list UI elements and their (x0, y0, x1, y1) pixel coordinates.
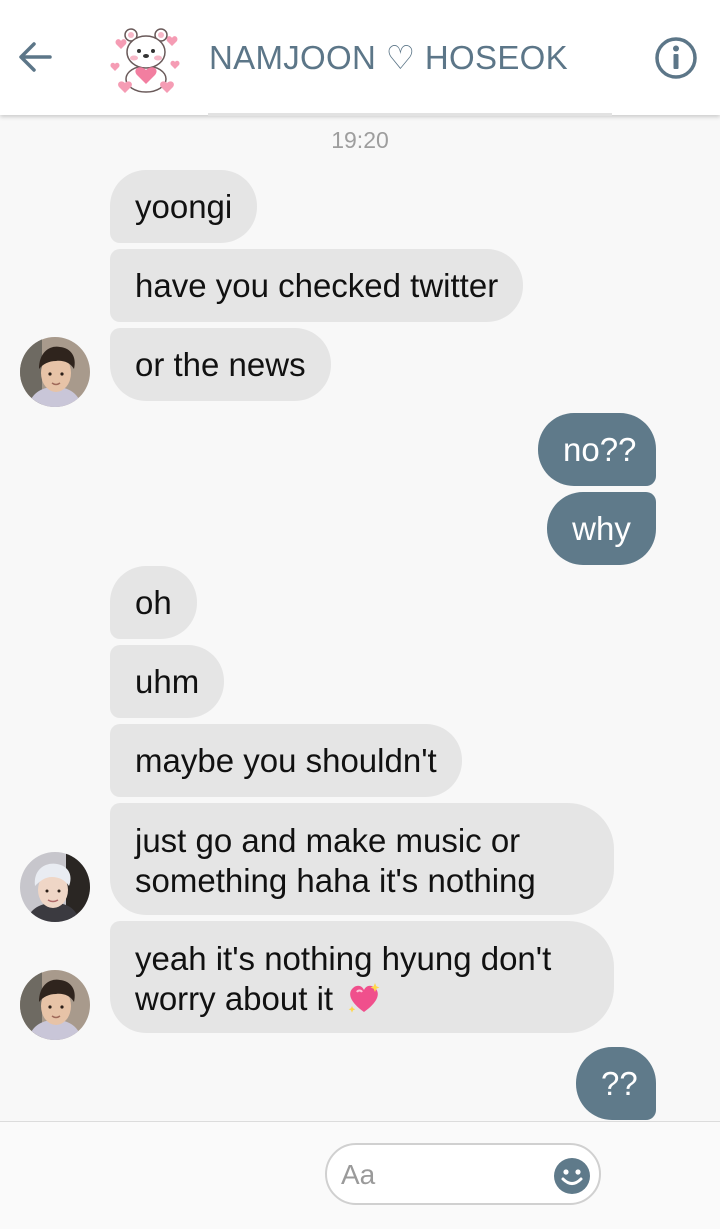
message-composer[interactable] (325, 1143, 601, 1205)
conversation-title[interactable]: NAMJOON ♡ HOSEOK (209, 38, 568, 77)
group-avatar[interactable] (103, 17, 189, 103)
message-incoming[interactable]: yeah it's nothing hyung don't worry abou… (110, 921, 614, 1033)
sender-avatar[interactable] (20, 337, 90, 407)
message-incoming[interactable]: or the news (110, 328, 331, 401)
message-timestamp: 19:20 (331, 127, 389, 153)
arrow-left-icon[interactable] (16, 37, 56, 77)
info-icon[interactable] (654, 36, 698, 80)
message-outgoing[interactable]: ?? (576, 1047, 656, 1120)
sparkling-heart-icon (348, 983, 380, 1013)
sender-avatar[interactable] (20, 970, 90, 1040)
chat-header: NAMJOON ♡ HOSEOK (0, 0, 720, 115)
message-text: oh (135, 584, 172, 621)
message-input[interactable] (339, 1153, 543, 1197)
person-photo-icon (20, 970, 90, 1040)
message-incoming[interactable]: oh (110, 566, 197, 639)
message-incoming[interactable]: have you checked twitter (110, 249, 524, 322)
message-text-line: just go and make music or (135, 822, 521, 859)
message-text: ?? (601, 1065, 638, 1102)
message-text-line: yeah it's nothing hyung don't (135, 940, 552, 977)
message-incoming[interactable]: uhm (110, 645, 225, 718)
message-text-line: something haha it's nothing (135, 862, 536, 899)
message-incoming[interactable]: yoongi (110, 170, 258, 243)
message-text: maybe you shouldn't (135, 742, 437, 779)
message-incoming[interactable]: maybe you shouldn't (110, 724, 462, 797)
message-text: or the news (135, 346, 306, 383)
smiley-icon[interactable] (553, 1157, 591, 1195)
message-text: why (572, 510, 631, 547)
message-text-line: worry about it (135, 979, 589, 1019)
message-outgoing[interactable]: no?? (538, 413, 656, 486)
bear-sticker-icon (103, 17, 189, 103)
message-text: yoongi (135, 188, 233, 225)
header-divider (208, 113, 612, 116)
message-outgoing[interactable]: why (547, 492, 656, 565)
message-text: uhm (135, 663, 200, 700)
person-photo-icon (20, 337, 90, 407)
message-incoming[interactable]: just go and make music or something haha… (110, 803, 614, 915)
message-text: worry about it (135, 980, 334, 1017)
person-photo-icon (20, 852, 90, 922)
sender-avatar[interactable] (20, 852, 90, 922)
message-text: no?? (563, 431, 637, 468)
message-text: have you checked twitter (135, 267, 499, 304)
